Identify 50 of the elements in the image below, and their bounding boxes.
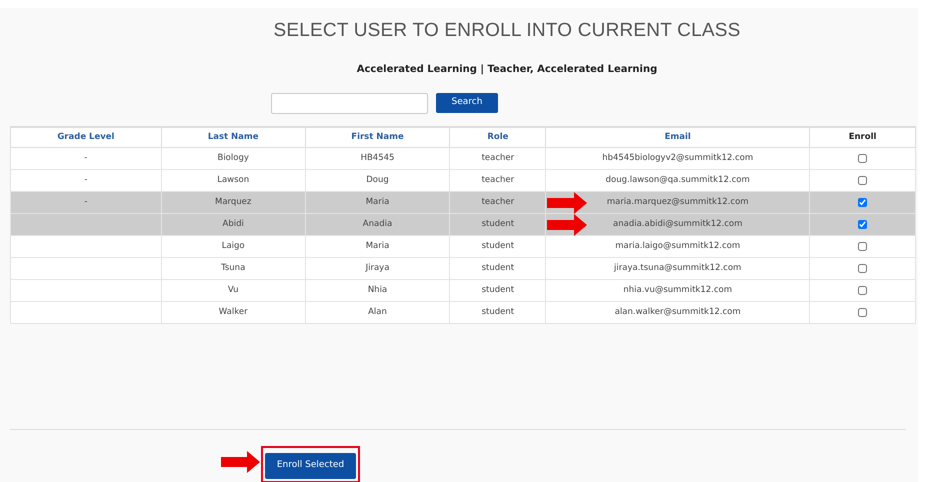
table-cell: Vu [161, 280, 306, 302]
enroll-checkbox[interactable] [858, 242, 868, 251]
table-cell: Laigo [161, 236, 306, 258]
column-header: Enroll [810, 126, 916, 148]
table-cell: alan.walker@summitk12.com [546, 302, 810, 324]
table-cell: Biology [161, 148, 306, 170]
table-cell: HB4545 [305, 148, 450, 170]
table-cell: teacher [450, 192, 546, 214]
table-cell: student [450, 280, 546, 302]
table-cell: Walker [161, 302, 306, 324]
enroll-checkbox[interactable] [858, 286, 868, 295]
enroll-checkbox[interactable] [858, 176, 868, 185]
table-cell: Marquez [161, 192, 306, 214]
table-cell: - [10, 192, 162, 214]
table-cell: student [450, 302, 546, 324]
table-cell: Nhia [305, 280, 450, 302]
table-cell: student [450, 236, 546, 258]
column-header[interactable]: Grade Level [10, 126, 162, 148]
table-cell: jiraya.tsuna@summitk12.com [546, 258, 810, 280]
table-cell: Tsuna [161, 258, 306, 280]
table-cell: Abidi [161, 214, 306, 236]
table-cell: nhia.vu@summitk12.com [546, 280, 810, 302]
table-cell: - [10, 148, 162, 170]
table-cell: student [450, 214, 546, 236]
enroll-checkbox[interactable] [858, 198, 868, 207]
table-cell: Jiraya [305, 258, 450, 280]
table-cell: maria.laigo@summitk12.com [546, 236, 810, 258]
table-cell: anadia.abidi@summitk12.com [546, 214, 810, 236]
table-cell: Anadia [305, 214, 450, 236]
column-header[interactable]: First Name [305, 126, 450, 148]
table-cell: Maria [305, 236, 450, 258]
enroll-checkbox[interactable] [858, 308, 868, 317]
table-cell: teacher [450, 148, 546, 170]
table-cell: Maria [305, 192, 450, 214]
enroll-selected-button[interactable]: Enroll Selected [265, 452, 356, 479]
search-field[interactable] [271, 92, 428, 114]
table-cell: student [450, 258, 546, 280]
table-cell: hb4545biologyv2@summitk12.com [546, 148, 810, 170]
column-header[interactable]: Email [546, 126, 810, 148]
page-title: SELECT USER TO ENROLL INTO CURRENT CLASS [272, 19, 742, 43]
arrow-icon [221, 451, 260, 473]
search-button[interactable]: Search [436, 92, 498, 113]
column-header[interactable]: Last Name [161, 126, 306, 148]
table-cell: Alan [305, 302, 450, 324]
column-header[interactable]: Role [450, 126, 546, 148]
enroll-checkbox[interactable] [858, 264, 868, 273]
enroll-checkbox[interactable] [858, 154, 868, 163]
enroll-checkbox[interactable] [858, 220, 868, 229]
table-cell: maria.marquez@summitk12.com [546, 192, 810, 214]
class-subtitle: Accelerated Learning | Teacher, Accelerated Learning [356, 62, 658, 77]
